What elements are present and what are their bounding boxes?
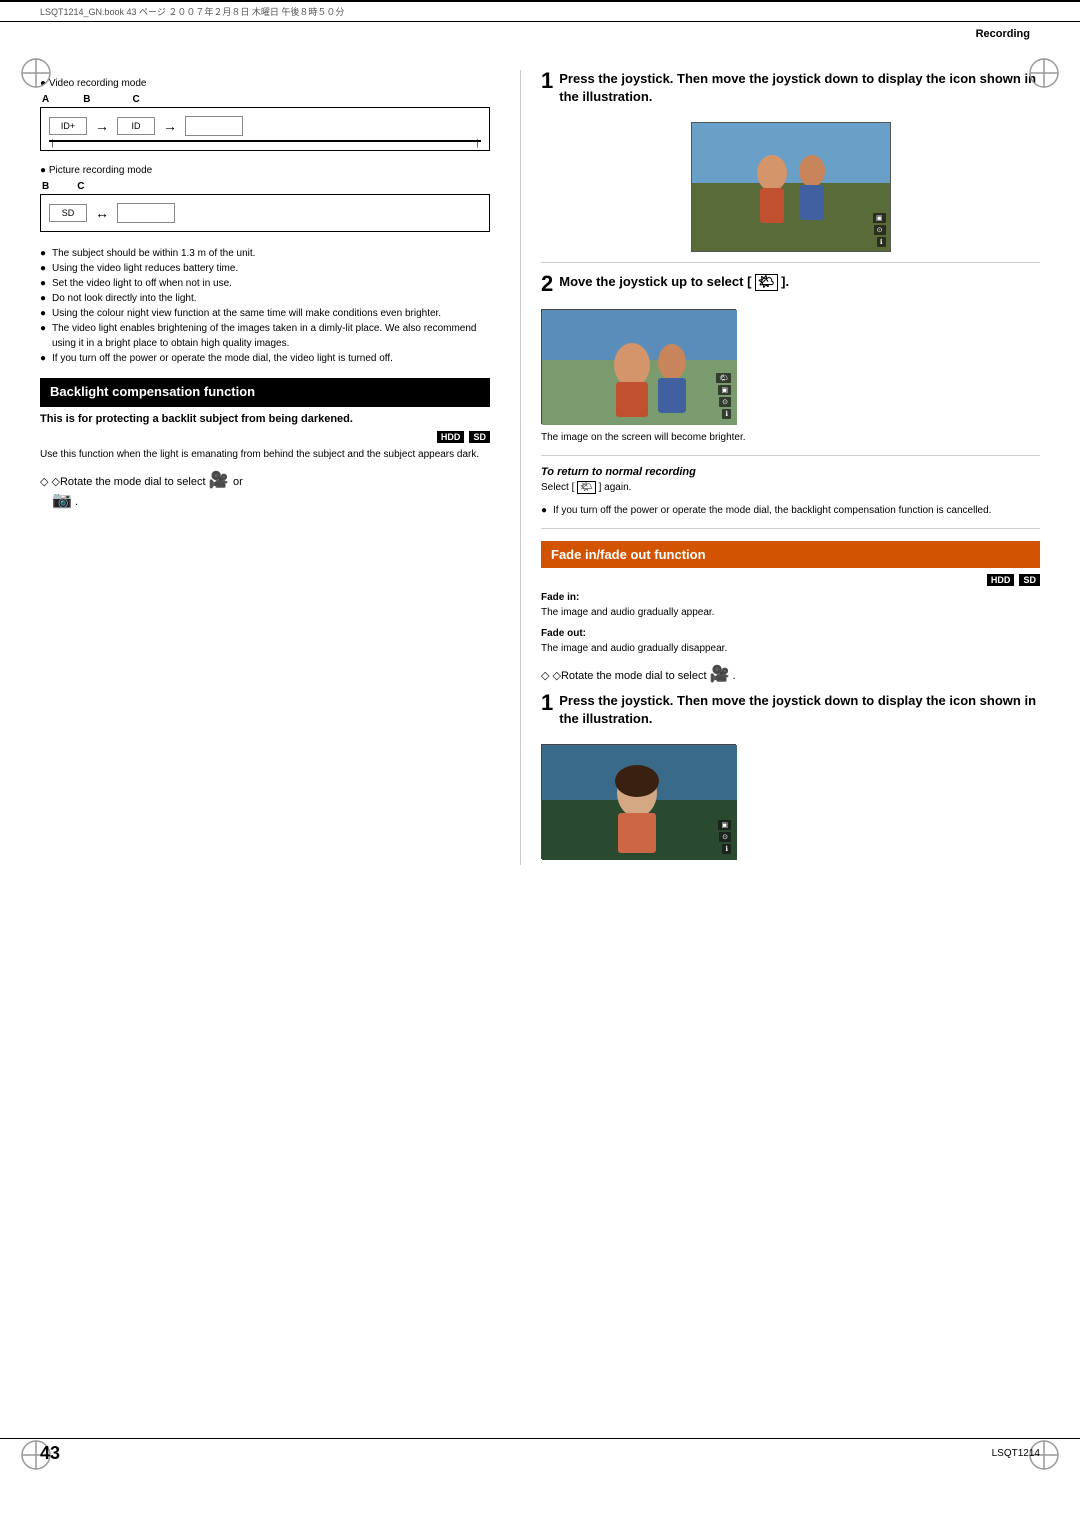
video-mode-diagram: A B C ID+ → ID → <box>40 94 490 151</box>
step1-content: Press the joystick. Then move the joysti… <box>559 70 1040 114</box>
corner-decoration-tr <box>1026 55 1062 91</box>
header-text: LSQT1214_GN.book 43 ページ ２００７年２月８日 木曜日 午後… <box>40 5 344 18</box>
diag-label-a: A <box>42 94 49 105</box>
diamond-icon: ◇ <box>40 476 48 488</box>
fade-section-header: Fade in/fade out function <box>541 541 1040 568</box>
backlight-body-text: Use this function when the light is eman… <box>40 447 490 462</box>
return-bullet-item: If you turn off the power or operate the… <box>553 503 1040 518</box>
return-bullet: If you turn off the power or operate the… <box>541 503 1040 518</box>
fade-image-overlay-icons: ▣ ⊙ ℹ <box>718 820 731 854</box>
step2-content: Move the joystick up to select [ 🌤 ]. <box>559 273 789 300</box>
picture-diag-row: SD ↔ <box>49 203 481 223</box>
photo-camera-icon: 📷 <box>52 492 72 509</box>
pic-arrow: ↔ <box>95 206 109 220</box>
video-diag-container: ID+ → ID → ↑ ↑ <box>40 107 490 151</box>
image2-overlay-icons: 🌤 ▣ ⊙ ℹ <box>716 373 731 419</box>
backlight-section-header: Backlight compensation function <box>40 378 490 407</box>
arrow-1: → <box>95 119 109 133</box>
fade-step1-content: Press the joystick. Then move the joysti… <box>559 692 1040 736</box>
fade-out-text: Fade out: The image and audio gradually … <box>541 626 1040 656</box>
fade-sd-badge: SD <box>1019 574 1040 586</box>
page: LSQT1214_GN.book 43 ページ ２００７年２月８日 木曜日 午後… <box>0 0 1080 1528</box>
recording-label: Recording <box>0 22 1080 40</box>
main-content: Video recording mode A B C ID+ → ID <box>0 50 1080 885</box>
divider-2 <box>541 455 1040 456</box>
page-number: 43 <box>40 1443 60 1464</box>
fade-overlay-icon-2: ⊙ <box>719 832 731 842</box>
step2-image: 🌤 ▣ ⊙ ℹ <box>541 309 736 424</box>
overlay-icon-2: ⊙ <box>874 225 886 235</box>
diag-label-c: C <box>132 94 139 105</box>
bullet-item: Set the video light to off when not in u… <box>52 276 490 291</box>
overlay-icon-3: ℹ <box>877 237 886 247</box>
pic-diag-cell-c <box>117 203 175 223</box>
fade-step1-block: 1 Press the joystick. Then move the joys… <box>541 692 1040 736</box>
return-icon: 🌤 <box>577 481 596 494</box>
image1-overlay-icons: ▣ ⊙ ℹ <box>873 213 886 247</box>
header-strip: LSQT1214_GN.book 43 ページ ２００７年２月８日 木曜日 午後… <box>0 0 1080 22</box>
corner-decoration-tl <box>18 55 54 91</box>
left-column: Video recording mode A B C ID+ → ID <box>40 70 520 865</box>
overlay-icon-b: ▣ <box>718 385 731 395</box>
pic-diag-cell-b: SD <box>49 204 87 222</box>
return-text: Select [ 🌤 ] again. <box>541 480 1040 495</box>
rotate-instruction-fade: ◇ ◇Rotate the mode dial to select 🎥 . <box>541 664 1040 684</box>
bullet-item: Using the video light reduces battery ti… <box>52 261 490 276</box>
divider-3 <box>541 528 1040 529</box>
video-diag-row: ID+ → ID → <box>49 116 481 136</box>
bullet-item: Using the colour night view function at … <box>52 306 490 321</box>
fade-video-icon: 🎥 <box>710 666 730 683</box>
picture-mode-label: Picture recording mode <box>40 165 490 176</box>
divider-1 <box>541 262 1040 263</box>
return-heading: To return to normal recording <box>541 466 1040 478</box>
overlay-icon-1: ▣ <box>873 213 886 223</box>
fade-step1-number: 1 <box>541 692 553 736</box>
footer: 43 LSQT1214 <box>0 1438 1080 1468</box>
step1-block: 1 Press the joystick. Then move the joys… <box>541 70 1040 114</box>
pic-diag-label-c: C <box>77 181 84 192</box>
image-caption: The image on the screen will become brig… <box>541 430 1040 445</box>
bullet-item: Do not look directly into the light. <box>52 291 490 306</box>
icon-symbol-2: 🌤 <box>755 274 778 291</box>
fade-image: ▣ ⊙ ℹ <box>541 744 736 859</box>
diag-cell-b: ID <box>117 117 155 135</box>
step1-number: 1 <box>541 70 553 114</box>
picture-diag-container: SD ↔ <box>40 194 490 232</box>
arrow-2: → <box>163 119 177 133</box>
diag-cell-a: ID+ <box>49 117 87 135</box>
picture-mode-diagram: B C SD ↔ <box>40 181 490 232</box>
fade-in-text: Fade in: The image and audio gradually a… <box>541 590 1040 620</box>
step2-number: 2 <box>541 273 553 300</box>
bullet-item: The video light enables brightening of t… <box>52 321 490 351</box>
video-camera-icon: 🎥 <box>209 472 233 489</box>
backlight-subtitle: This is for protecting a backlit subject… <box>40 413 490 425</box>
diamond-icon-2: ◇ <box>541 670 549 682</box>
diag-cell-c <box>185 116 243 136</box>
return-arrow: ↑ ↑ <box>49 140 481 142</box>
pic-diag-label-b: B <box>42 181 49 192</box>
overlay-icon-a: 🌤 <box>716 373 731 383</box>
fade-overlay-icon-1: ▣ <box>718 820 731 830</box>
fade-overlay-icon-3: ℹ <box>722 844 731 854</box>
diag-label-b: B <box>83 94 90 105</box>
hdd-sd-badge: HDD SD <box>40 431 490 443</box>
step1-text: Press the joystick. Then move the joysti… <box>559 70 1040 106</box>
bullet-item: The subject should be within 1.3 m of th… <box>52 246 490 261</box>
hdd-badge: HDD <box>437 431 465 443</box>
bullet-item: If you turn off the power or operate the… <box>52 351 490 366</box>
sd-badge: SD <box>469 431 490 443</box>
video-mode-label: Video recording mode <box>40 78 490 89</box>
bullet-list: The subject should be within 1.3 m of th… <box>40 246 490 366</box>
overlay-icon-d: ℹ <box>722 409 731 419</box>
fade-hdd-badge: HDD <box>987 574 1015 586</box>
right-column: 1 Press the joystick. Then move the joys… <box>520 70 1040 865</box>
overlay-icon-c: ⊙ <box>719 397 731 407</box>
step2-text: Move the joystick up to select [ 🌤 ]. <box>559 273 789 292</box>
rotate-instruction-backlight: ◇ ◇Rotate the mode dial to select 🎥 or 📷… <box>40 470 490 510</box>
step2-block: 2 Move the joystick up to select [ 🌤 ]. <box>541 273 1040 300</box>
fade-step1-text: Press the joystick. Then move the joysti… <box>559 692 1040 728</box>
step1-image: ▣ ⊙ ℹ <box>691 122 891 252</box>
doc-code: LSQT1214 <box>992 1448 1040 1459</box>
fade-hdd-sd-badge: HDD SD <box>541 574 1040 586</box>
